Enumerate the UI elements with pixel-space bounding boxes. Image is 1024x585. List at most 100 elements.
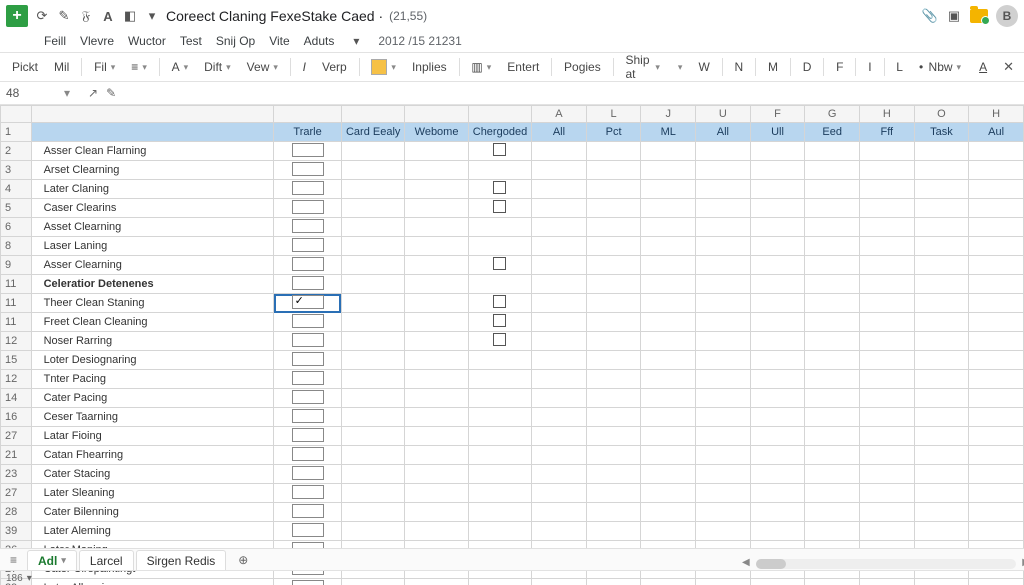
trade-checkbox[interactable] — [292, 409, 324, 423]
col-letter[interactable]: J — [641, 106, 696, 123]
col-letter[interactable]: L — [586, 106, 641, 123]
cell[interactable] — [914, 446, 969, 465]
chergoded-cell[interactable] — [468, 465, 531, 484]
cell[interactable] — [750, 484, 805, 503]
cell[interactable] — [805, 313, 860, 332]
cell[interactable] — [586, 294, 641, 313]
cell[interactable] — [914, 218, 969, 237]
tb-d[interactable]: D — [797, 58, 818, 76]
chergoded-cell[interactable] — [468, 256, 531, 275]
tb-newbtn[interactable]: • Nbw — [913, 58, 967, 76]
cell[interactable] — [750, 142, 805, 161]
cell[interactable] — [750, 370, 805, 389]
cell[interactable] — [405, 408, 468, 427]
task-label[interactable]: Loter Desiognaring — [31, 351, 274, 370]
cell[interactable] — [341, 161, 404, 180]
cell[interactable] — [341, 484, 404, 503]
cell[interactable] — [641, 446, 696, 465]
cell[interactable] — [805, 484, 860, 503]
trade-cell[interactable] — [274, 503, 342, 522]
cell[interactable] — [805, 275, 860, 294]
tb-square[interactable]: ▥ — [465, 58, 497, 76]
cell[interactable] — [914, 256, 969, 275]
chergoded-cell[interactable] — [468, 370, 531, 389]
row-number[interactable]: 3 — [1, 161, 32, 180]
cell[interactable] — [969, 142, 1024, 161]
cell[interactable] — [859, 484, 914, 503]
cell[interactable] — [859, 332, 914, 351]
cell[interactable] — [341, 332, 404, 351]
sheet-tab[interactable]: Larcel — [79, 550, 134, 571]
checkbox-icon[interactable] — [493, 143, 506, 156]
trade-cell[interactable] — [274, 199, 342, 218]
trade-checkbox[interactable] — [292, 219, 324, 233]
cell[interactable] — [641, 256, 696, 275]
col-letter[interactable] — [341, 106, 404, 123]
trade-cell[interactable] — [274, 370, 342, 389]
task-label[interactable]: Theer Clean Staning — [31, 294, 274, 313]
cell[interactable] — [586, 313, 641, 332]
cell[interactable] — [696, 351, 751, 370]
cell[interactable] — [859, 180, 914, 199]
cell[interactable] — [750, 256, 805, 275]
col-letter[interactable]: H — [859, 106, 914, 123]
cell[interactable] — [586, 389, 641, 408]
tb-pogies[interactable]: Pogies — [558, 58, 607, 76]
task-label[interactable]: Asser Clean Flarning — [31, 142, 274, 161]
cell[interactable] — [696, 484, 751, 503]
trade-checkbox[interactable] — [292, 390, 324, 404]
menu-test[interactable]: Test — [180, 34, 202, 48]
trade-cell[interactable] — [274, 446, 342, 465]
cell[interactable] — [914, 199, 969, 218]
cell[interactable] — [750, 313, 805, 332]
task-label[interactable]: Later Sleaning — [31, 484, 274, 503]
cell[interactable] — [532, 446, 587, 465]
cell[interactable] — [586, 351, 641, 370]
tb-n[interactable]: N — [729, 58, 750, 76]
cell[interactable] — [405, 180, 468, 199]
cell[interactable] — [914, 142, 969, 161]
cell[interactable] — [969, 294, 1024, 313]
cell[interactable] — [696, 218, 751, 237]
cell[interactable] — [750, 161, 805, 180]
task-label[interactable]: Latar Fioing — [31, 427, 274, 446]
cell[interactable] — [859, 522, 914, 541]
cell[interactable] — [750, 199, 805, 218]
cell[interactable] — [859, 142, 914, 161]
col-letter[interactable]: F — [750, 106, 805, 123]
cell[interactable] — [405, 484, 468, 503]
chergoded-cell[interactable] — [468, 218, 531, 237]
cell[interactable] — [696, 199, 751, 218]
trade-checkbox[interactable] — [292, 257, 324, 271]
checkbox-icon[interactable] — [493, 200, 506, 213]
trade-cell[interactable] — [274, 522, 342, 541]
tb-vew[interactable]: Vew — [241, 58, 284, 76]
cell[interactable] — [641, 389, 696, 408]
task-label[interactable]: Ceser Taarning — [31, 408, 274, 427]
header-trade[interactable]: Trarle — [274, 123, 342, 142]
chergoded-cell[interactable] — [468, 351, 531, 370]
tb-pickt[interactable]: Pickt — [6, 58, 44, 76]
cell[interactable] — [696, 389, 751, 408]
row-number[interactable]: 39 — [1, 522, 32, 541]
cell[interactable] — [750, 218, 805, 237]
cell[interactable] — [586, 142, 641, 161]
cell[interactable] — [405, 237, 468, 256]
cell[interactable] — [532, 427, 587, 446]
cell[interactable] — [805, 256, 860, 275]
trade-cell[interactable] — [274, 408, 342, 427]
cell[interactable] — [750, 446, 805, 465]
chergoded-cell[interactable] — [468, 313, 531, 332]
row-number[interactable]: 16 — [1, 408, 32, 427]
cell[interactable] — [750, 427, 805, 446]
cell[interactable] — [532, 522, 587, 541]
cell[interactable] — [341, 465, 404, 484]
cell[interactable] — [696, 465, 751, 484]
checkbox-icon[interactable] — [493, 333, 506, 346]
cell[interactable] — [641, 313, 696, 332]
menu-file[interactable]: Feill — [44, 34, 66, 48]
cell[interactable] — [969, 427, 1024, 446]
cell[interactable] — [586, 199, 641, 218]
row-number[interactable]: 8 — [1, 237, 32, 256]
cell[interactable] — [914, 313, 969, 332]
